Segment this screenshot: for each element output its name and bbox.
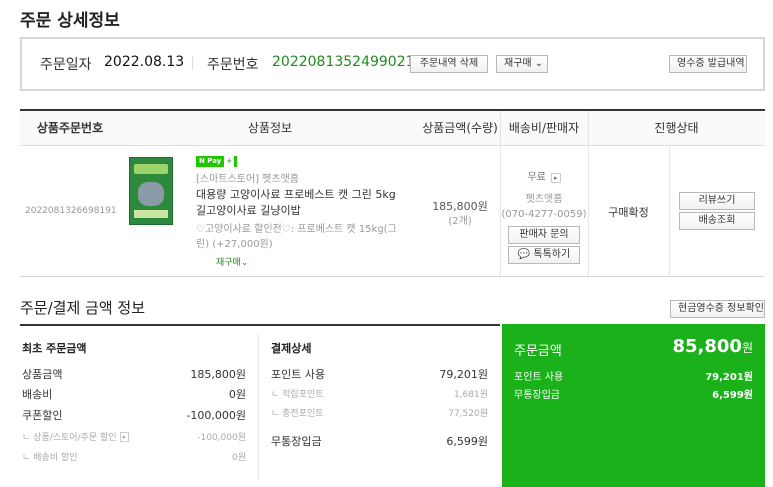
payment-detail-heading: 결제상세 <box>271 342 312 355</box>
track-shipping-button[interactable]: 배송조회 <box>679 212 755 230</box>
seller-inquiry-button[interactable]: 판매자 문의 <box>508 226 580 244</box>
delete-order-button[interactable]: 주문내역 삭제 <box>410 55 488 73</box>
header-status: 진행상태 <box>588 111 765 145</box>
product-option-line2: 린) (+27,000원) <box>196 239 273 250</box>
bank-transfer-value: 6,599원 <box>446 435 488 448</box>
product-quantity: (2개) <box>448 216 472 227</box>
header-price-qty: 상품금액(수량) <box>420 111 500 145</box>
order-date-label: 주문일자 <box>40 57 92 73</box>
npay-label: N Pay <box>199 157 222 165</box>
total-bank-label: 무통장입금 <box>514 390 560 401</box>
coupon-label: 쿠폰할인 <box>22 409 63 422</box>
total-point-value: 79,201원 <box>705 372 753 383</box>
rebuy-link[interactable]: 재구매⌄ <box>216 255 248 268</box>
store-name[interactable]: [스마트스토어] 펫츠앳홈 <box>196 170 299 185</box>
page-title: 주문 상세정보 <box>20 11 120 31</box>
chat-icon: 💬 <box>517 249 531 260</box>
point-use-label: 포인트 사용 <box>271 368 326 381</box>
shipping-fee: 무료 ▸ <box>500 168 588 183</box>
charged-point-value: 77,520원 <box>448 409 488 419</box>
payment-section-title: 주문/결제 금액 정보 <box>20 299 145 317</box>
write-review-button[interactable]: 리뷰쓰기 <box>679 192 755 210</box>
header-divider <box>20 145 765 146</box>
divider <box>192 56 193 70</box>
seller-phone: (070-4277-0059) <box>501 209 587 220</box>
product-thumbnail[interactable] <box>129 157 173 225</box>
coupon-value: -100,000원 <box>186 409 246 422</box>
point-use-value: 79,201원 <box>439 368 488 381</box>
total-amount-unit: 원 <box>741 341 753 355</box>
header-shipping-seller: 배송비/판매자 <box>500 111 588 145</box>
product-name-line1[interactable]: 대용량 고양이사료 프로베스트 캣 그린 5kg <box>196 186 396 202</box>
chevron-down-icon: ⌄ <box>240 258 249 268</box>
talk-button[interactable]: 💬 톡톡하기 <box>508 246 580 264</box>
rebuy-label: 재구매 <box>504 58 532 69</box>
order-date-value: 2022.08.13 <box>104 54 185 70</box>
column-divider <box>258 334 259 480</box>
shipping-value: 0원 <box>228 388 246 401</box>
earned-point-label: ㄴ 적립포인트 <box>271 390 324 400</box>
chevron-down-icon: ⌄ <box>534 58 544 69</box>
total-amount: 85,800원 <box>610 336 753 357</box>
receipt-history-button[interactable]: 영수증 발급내역 <box>669 55 747 73</box>
shipping-discount-value: 0원 <box>231 453 246 463</box>
total-point-label: 포인트 사용 <box>514 372 564 383</box>
arrow-right-icon[interactable]: ▸ <box>551 173 561 183</box>
rebuy-dropdown-button[interactable]: 재구매 ⌄ <box>496 55 548 73</box>
seller-name: 펫츠앳홈 <box>525 194 563 205</box>
shipping-label: 배송비 <box>22 388 53 401</box>
discount-sub-row: ㄴ 상품/스토어/주문 할인 ▸ <box>22 430 130 443</box>
shipping-discount-label: ㄴ 배송비 할인 <box>22 453 78 463</box>
header-product-info: 상품정보 <box>120 111 420 145</box>
arrow-right-icon[interactable]: ▸ <box>119 431 130 442</box>
product-option-line1: ♡고양이사료 할인전♡: 프로베스트 캣 15kg(그 <box>196 224 397 235</box>
order-number-label: 주문번호 <box>207 57 259 73</box>
total-amount-value: 85,800 <box>672 336 742 357</box>
row-bottom-border <box>20 276 765 277</box>
order-status: 구매확정 <box>608 206 649 219</box>
summary-top-border <box>20 324 500 326</box>
cash-receipt-button[interactable]: 현금영수증 정보확인 <box>670 300 765 318</box>
order-number-value: 2022081352499021 <box>272 54 415 70</box>
npay-badge: N Pay + <box>196 156 238 167</box>
initial-amount-heading: 최초 주문금액 <box>22 342 87 355</box>
discount-sub-value: -100,000원 <box>197 433 246 443</box>
charged-point-label: ㄴ 충전포인트 <box>271 409 324 419</box>
product-amount-value: 185,800원 <box>190 368 246 381</box>
col-divider <box>669 145 670 277</box>
product-order-number: 2022081326698191 <box>25 206 117 216</box>
header-order-no: 상품주문번호 <box>20 111 120 145</box>
col-divider <box>588 111 589 277</box>
total-bank-value: 6,599원 <box>712 390 753 401</box>
product-name-line2[interactable]: 길고양이사료 길냥이밥 <box>196 202 301 218</box>
product-amount-label: 상품금액 <box>22 368 63 381</box>
plus-icon: + <box>224 156 235 167</box>
earned-point-value: 1,681원 <box>453 390 488 400</box>
bank-transfer-label: 무통장입금 <box>271 435 322 448</box>
total-label: 주문금액 <box>514 344 562 359</box>
